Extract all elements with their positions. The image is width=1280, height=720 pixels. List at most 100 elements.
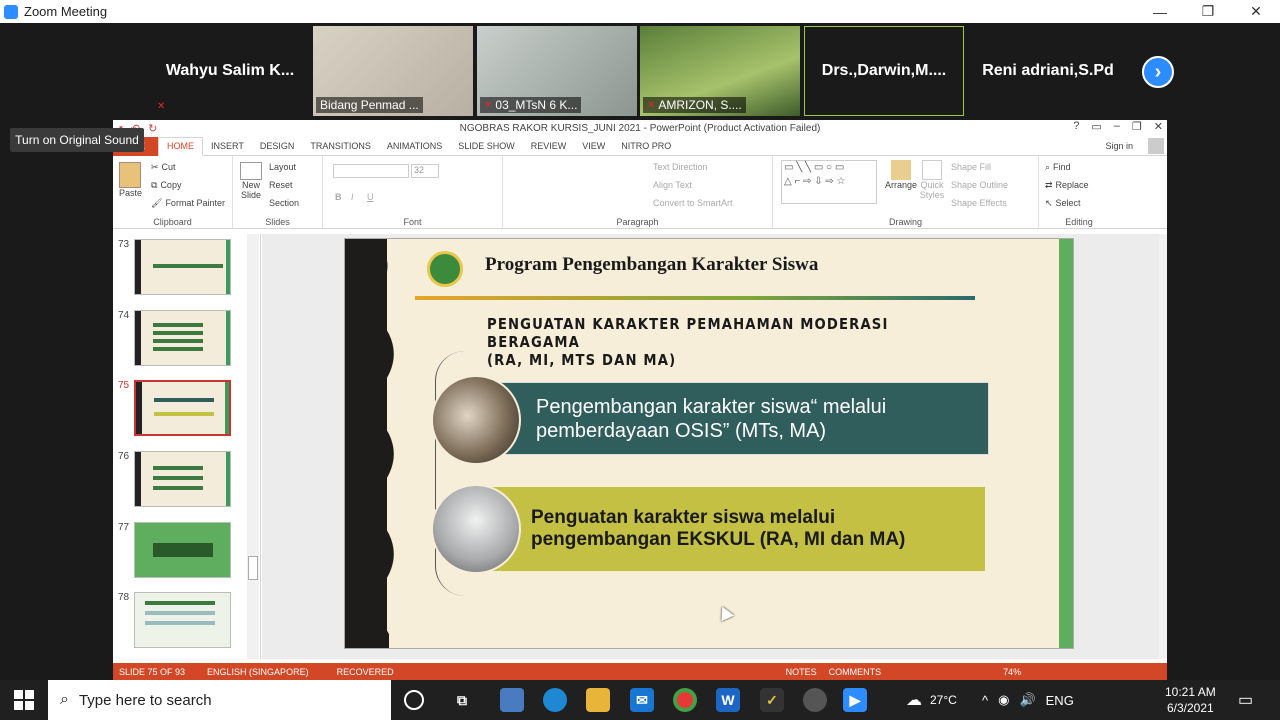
original-sound-tooltip[interactable]: Turn on Original Sound [10, 128, 144, 152]
shape-outline-button[interactable]: Shape Outline [951, 176, 1008, 194]
weather-widget[interactable]: ☁ 27°C [906, 680, 957, 720]
shapes-gallery[interactable]: ▭ ╲ ╲ ▭ ○ ▭ △ ⌐ ⇨ ⇩ ⇨ ☆ [781, 160, 877, 204]
participant-tile[interactable]: ✕ 03_MTsN 6 K... [477, 26, 637, 116]
user-avatar-icon[interactable] [1148, 138, 1164, 154]
minimize-icon[interactable]: – [1114, 120, 1120, 133]
restore-icon[interactable]: ❐ [1132, 120, 1142, 133]
align-text-button[interactable]: Align Text [653, 176, 733, 194]
mail-icon[interactable]: ✉ [630, 688, 654, 712]
drawing-label: Drawing [888, 217, 922, 227]
find-button[interactable]: ⌕ Find [1045, 158, 1089, 176]
slide-thumbnail[interactable] [134, 239, 231, 295]
participant-tile[interactable]: ✕ AMRIZON, S.... [640, 26, 800, 116]
content-box-osis[interactable]: Pengembangan karakter siswa“ melalui pem… [485, 382, 989, 455]
system-tray: ^ ◉ 🔊 ENG [982, 680, 1074, 720]
quick-styles-button[interactable]: Quick Styles [919, 160, 945, 200]
section-button[interactable]: Section [269, 194, 299, 212]
redo-icon[interactable]: ↻ [148, 122, 157, 135]
font-size-box[interactable]: 32 [411, 164, 439, 178]
shape-fill-button[interactable]: Shape Fill [951, 158, 1008, 176]
zoom-taskbar-icon[interactable]: ▶ [843, 688, 867, 712]
slide-thumbnail[interactable] [134, 592, 231, 648]
participant-tile[interactable]: Reni adriani,S.Pd [968, 26, 1128, 116]
help-icon[interactable]: ? [1073, 120, 1079, 133]
reset-button[interactable]: Reset [269, 176, 299, 194]
slide-thumbnail[interactable] [134, 310, 231, 366]
tab-nitro-pro[interactable]: NITRO PRO [613, 137, 679, 156]
tasks-icon[interactable]: ✓ [760, 688, 784, 712]
slide-editing-canvas[interactable]: Program Pengembangan Karakter Siswa PENG… [262, 234, 1159, 659]
tab-home[interactable]: HOME [158, 136, 203, 156]
paste-button[interactable]: Paste [119, 162, 142, 198]
scrollbar-thumb[interactable] [248, 556, 258, 580]
font-name-box[interactable] [333, 164, 409, 178]
arrange-icon [891, 160, 912, 180]
windows-start-icon[interactable] [14, 690, 34, 710]
word-icon[interactable]: W [716, 688, 740, 712]
clock[interactable]: 10:21 AM 6/3/2021 [1165, 680, 1216, 720]
participant-strip: Wahyu Salim K... ✕ Bidang Penmad ... ✕ 03… [0, 23, 1280, 120]
text-direction-button[interactable]: Text Direction [653, 158, 733, 176]
participant-tile[interactable]: Bidang Penmad ... [313, 26, 473, 116]
edge-icon[interactable] [543, 688, 567, 712]
comments-button[interactable]: COMMENTS [823, 667, 888, 677]
language-indicator[interactable]: ENGLISH (SINGAPORE) [201, 667, 315, 677]
notes-button[interactable]: NOTES [780, 667, 823, 677]
tab-animations[interactable]: ANIMATIONS [379, 137, 450, 156]
close-button[interactable]: ✕ [1232, 0, 1280, 23]
tab-view[interactable]: VIEW [574, 137, 613, 156]
zoom-level[interactable]: 74% [997, 667, 1027, 677]
participant-tile-active[interactable]: Drs.,Darwin,M.... [804, 26, 964, 116]
layout-button[interactable]: Layout [269, 158, 299, 176]
editing-label: Editing [1065, 217, 1093, 227]
cortana-icon[interactable] [404, 690, 424, 710]
replace-icon: ⇄ [1045, 179, 1053, 190]
content-box-ekskul[interactable]: Penguatan karakter siswa melalui pengemb… [485, 487, 985, 571]
tab-insert[interactable]: INSERT [203, 137, 252, 156]
replace-button[interactable]: ⇄ Replace [1045, 176, 1089, 194]
show-hidden-icons[interactable]: ^ [982, 693, 988, 708]
thumbnail-scrollbar[interactable] [247, 234, 259, 659]
minimize-button[interactable]: — [1136, 0, 1184, 23]
format-painter-button[interactable]: 🖌 Format Painter [151, 194, 225, 212]
shape-effects-button[interactable]: Shape Effects [951, 194, 1008, 212]
underline-button[interactable]: U [367, 192, 374, 202]
tab-transitions[interactable]: TRANSITIONS [302, 137, 379, 156]
ppt-window-title: NGOBRAS RAKOR KURSIS_JUNI 2021 - PowerPo… [459, 123, 821, 134]
chrome-icon[interactable] [673, 688, 697, 712]
tab-slide-show[interactable]: SLIDE SHOW [450, 137, 523, 156]
tab-review[interactable]: REVIEW [523, 137, 575, 156]
zoom-logo-icon [4, 4, 18, 19]
cut-button[interactable]: ✂ Cut [151, 158, 225, 176]
tab-design[interactable]: DESIGN [252, 137, 303, 156]
input-language[interactable]: ENG [1046, 693, 1074, 708]
participant-tile[interactable]: Wahyu Salim K... ✕ [150, 26, 310, 116]
slide-thumbnail[interactable] [134, 522, 231, 578]
arrange-button[interactable]: Arrange [885, 160, 917, 190]
muted-mic-icon: ✕ [157, 101, 166, 112]
bold-button[interactable]: B [335, 192, 342, 202]
select-button[interactable]: ↖ Select [1045, 194, 1089, 212]
ribbon-display-icon[interactable]: ▭ [1091, 120, 1101, 133]
copy-button[interactable]: ⧉ Copy [151, 176, 225, 194]
task-view-icon[interactable]: ⧉ [450, 688, 474, 712]
next-page-button[interactable]: › [1142, 56, 1174, 88]
close-icon[interactable]: ✕ [1154, 120, 1163, 133]
italic-button[interactable]: I [351, 192, 354, 202]
app2-icon[interactable] [803, 688, 827, 712]
slide-thumbnail[interactable] [134, 451, 231, 507]
file-explorer-icon[interactable] [586, 688, 610, 712]
slide-number: 73 [118, 239, 130, 250]
taskbar-search-box[interactable]: ⌕ Type here to search [48, 680, 391, 720]
canvas-scrollbar[interactable] [1159, 234, 1167, 659]
restore-button[interactable]: ❐ [1184, 0, 1232, 23]
current-slide[interactable]: Program Pengembangan Karakter Siswa PENG… [344, 238, 1074, 649]
notification-icon[interactable]: ▭ [1238, 680, 1253, 720]
convert-smartart-button[interactable]: Convert to SmartArt [653, 194, 733, 212]
network-icon[interactable]: ◉ [998, 692, 1009, 708]
volume-icon[interactable]: 🔊 [1019, 692, 1035, 708]
slide-thumbnail-selected[interactable] [134, 380, 231, 436]
sign-in-link[interactable]: Sign in [1097, 137, 1141, 156]
new-slide-button[interactable]: New Slide [237, 162, 265, 200]
app-icon[interactable] [500, 688, 524, 712]
